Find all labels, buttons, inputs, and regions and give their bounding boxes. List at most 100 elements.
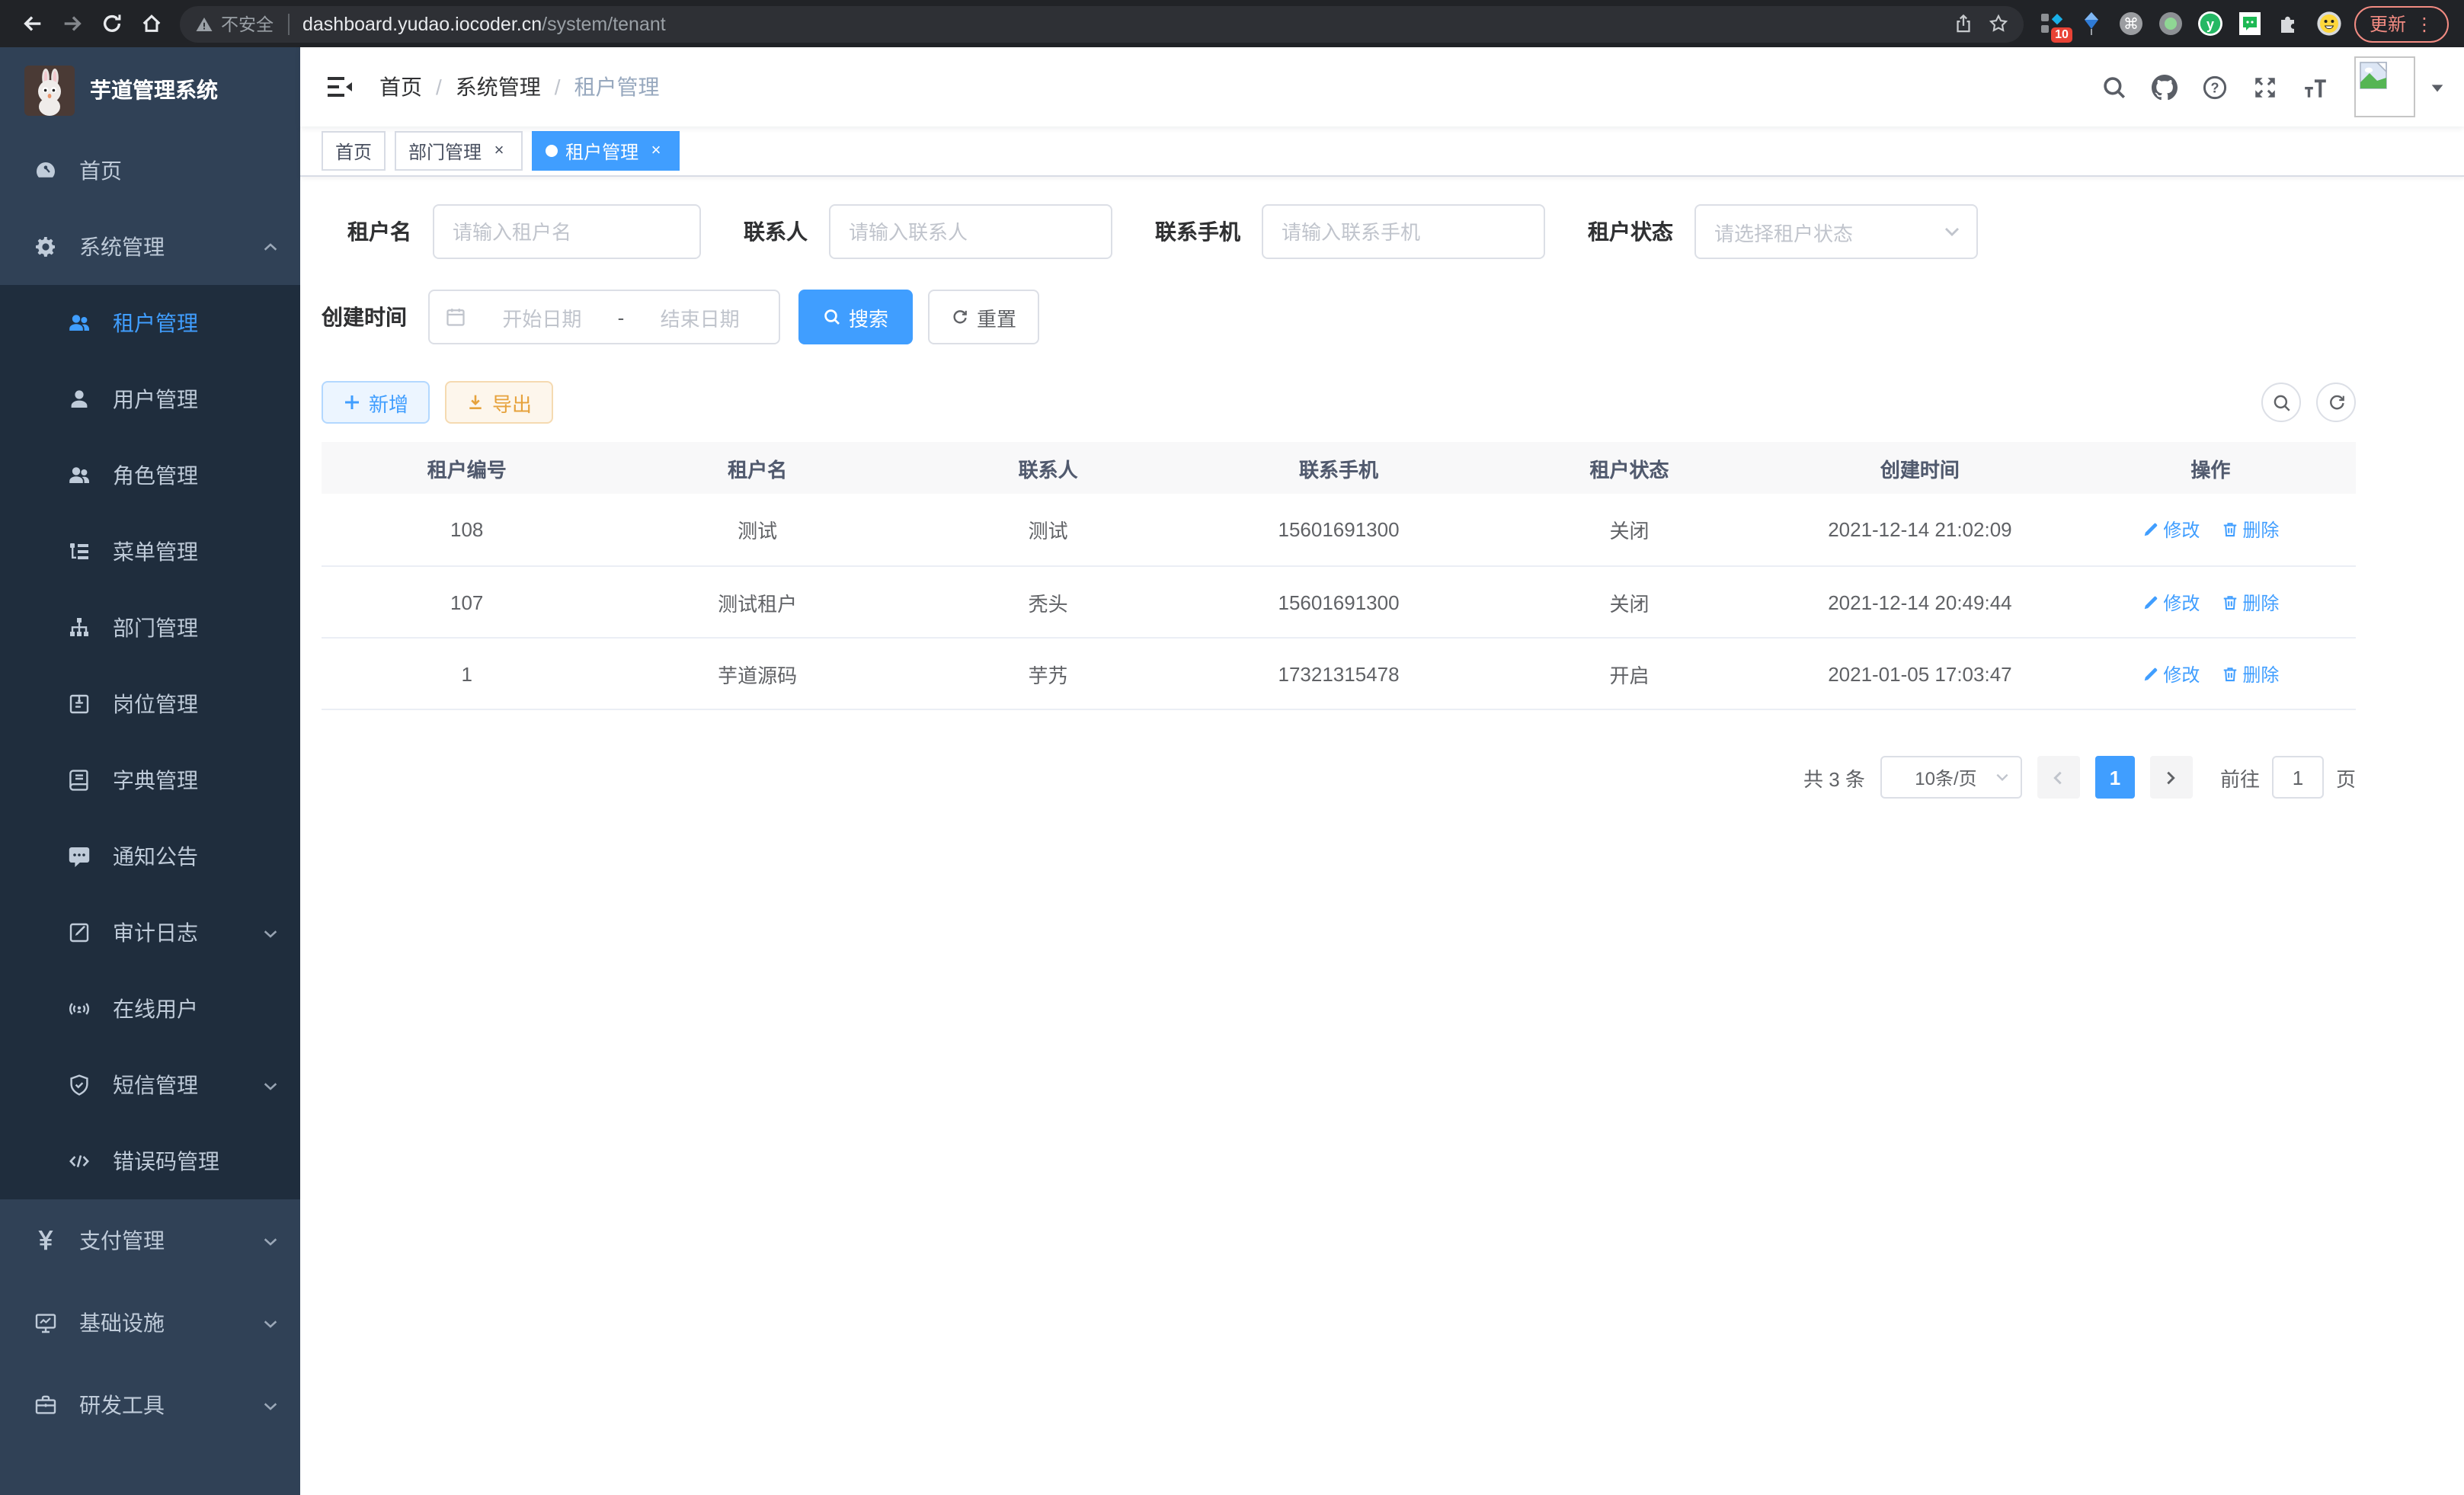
cell-id: 1 (322, 662, 612, 685)
breadcrumb-item[interactable]: 系统管理 (456, 72, 541, 102)
add-button[interactable]: 新增 (322, 381, 430, 424)
main-area: 首页/系统管理/租户管理 ? 首页部门管理×租户管理× (300, 47, 2464, 1495)
bookmark-star-icon[interactable] (1989, 14, 2008, 34)
command-extension[interactable]: ⌘ (2118, 11, 2144, 37)
sidebar-item-首页[interactable]: 首页 (0, 133, 300, 209)
tab-租户管理[interactable]: 租户管理× (532, 131, 680, 171)
sidebar: 芋道管理系统 首页系统管理租户管理用户管理角色管理菜单管理部门管理岗位管理字典管… (0, 47, 300, 1495)
cell-name: 测试租户 (612, 587, 902, 616)
puzzle-extension[interactable] (2277, 11, 2302, 37)
pinned-grid-extension[interactable]: 10 (2039, 11, 2065, 37)
status-select[interactable]: 请选择租户状态 (1694, 204, 1978, 259)
sidebar-item-菜单管理[interactable]: 菜单管理 (0, 514, 300, 590)
page-size-select[interactable]: 10条/页 (1880, 756, 2022, 799)
sidebar-collapse-icon[interactable] (325, 72, 355, 102)
emoji-extension[interactable] (2316, 11, 2342, 37)
tab-close-icon[interactable]: × (646, 141, 666, 161)
user-avatar[interactable] (2354, 56, 2415, 117)
breadcrumb-item[interactable]: 首页 (379, 72, 422, 102)
breadcrumb: 首页/系统管理/租户管理 (379, 72, 660, 102)
address-bar[interactable]: 不安全 dashboard.yudao.iocoder.cn/system/te… (180, 5, 2024, 42)
font-size-icon[interactable] (2295, 67, 2334, 107)
column-header: 租户状态 (1484, 453, 1774, 482)
chevron-down-icon (262, 1232, 279, 1249)
sidebar-item-审计日志[interactable]: 审计日志 (0, 895, 300, 971)
search-button[interactable]: 搜索 (798, 290, 913, 344)
recorder-extension[interactable] (2158, 11, 2184, 37)
contact-label: 联系人 (744, 216, 829, 247)
tenant-name-label: 租户名 (347, 216, 433, 247)
sidebar-item-错误码管理[interactable]: 错误码管理 (0, 1123, 300, 1199)
goto-page-input[interactable] (2272, 756, 2324, 799)
yudao-extension[interactable]: y (2197, 11, 2223, 37)
browser-update-button[interactable]: 更新 ⋮ (2354, 5, 2449, 42)
sidebar-item-短信管理[interactable]: 短信管理 (0, 1047, 300, 1123)
fullscreen-icon[interactable] (2245, 67, 2284, 107)
sidebar-item-用户管理[interactable]: 用户管理 (0, 361, 300, 437)
browser-menu-dots-icon[interactable]: ⋮ (2415, 13, 2434, 34)
chat-extension[interactable] (2237, 11, 2263, 37)
monitor-icon (34, 1311, 58, 1335)
sidebar-item-岗位管理[interactable]: 岗位管理 (0, 666, 300, 742)
chevron-up-icon (262, 238, 279, 255)
help-question-icon[interactable]: ? (2194, 67, 2234, 107)
show-search-button[interactable] (2261, 383, 2301, 422)
sidebar-item-部门管理[interactable]: 部门管理 (0, 590, 300, 666)
org-chart-icon (67, 616, 91, 640)
table-row: 1芋道源码芋艿17321315478开启2021-01-05 17:03:47修… (322, 637, 2356, 709)
balloon-extension[interactable] (2078, 11, 2104, 37)
delete-link[interactable]: 删除 (2221, 517, 2279, 543)
sidebar-item-系统管理[interactable]: 系统管理 (0, 209, 300, 285)
edit-link[interactable]: 修改 (2142, 517, 2200, 543)
browser-back-icon[interactable] (12, 4, 52, 43)
tenant-name-input[interactable] (433, 204, 701, 259)
sidebar-logo[interactable]: 芋道管理系统 (0, 47, 300, 133)
sidebar-item-研发工具[interactable]: 研发工具 (0, 1364, 300, 1446)
browser-home-icon[interactable] (131, 4, 171, 43)
delete-link[interactable]: 删除 (2221, 661, 2279, 687)
tab-部门管理[interactable]: 部门管理 × (395, 131, 523, 171)
chevron-down-icon (262, 1077, 279, 1093)
security-indicator[interactable]: 不安全 (195, 11, 274, 36)
edit-link[interactable]: 修改 (2142, 589, 2200, 615)
sidebar-item-label: 基础设施 (79, 1308, 262, 1338)
cell-mobile: 15601691300 (1193, 518, 1483, 541)
sidebar-item-通知公告[interactable]: 通知公告 (0, 818, 300, 895)
edit-link[interactable]: 修改 (2142, 661, 2200, 687)
sidebar-item-在线用户[interactable]: 在线用户 (0, 971, 300, 1047)
sidebar-item-label: 短信管理 (113, 1070, 262, 1100)
end-date-placeholder: 结束日期 (636, 303, 763, 331)
url-text[interactable]: dashboard.yudao.iocoder.cn/system/tenant (302, 13, 1954, 34)
edit-icon (2142, 594, 2158, 610)
browser-reload-icon[interactable] (91, 4, 131, 43)
tab-label: 部门管理 (408, 138, 482, 164)
sidebar-item-支付管理[interactable]: 支付管理 (0, 1199, 300, 1282)
sidebar-item-label: 字典管理 (113, 765, 279, 796)
tab-首页[interactable]: 首页 (322, 131, 386, 171)
sidebar-item-基础设施[interactable]: 基础设施 (0, 1282, 300, 1364)
refresh-table-button[interactable] (2316, 383, 2356, 422)
contact-input[interactable] (829, 204, 1112, 259)
tab-close-icon[interactable]: × (489, 141, 509, 161)
cell-contact: 秃头 (903, 587, 1193, 616)
sidebar-item-字典管理[interactable]: 字典管理 (0, 742, 300, 818)
share-icon[interactable] (1954, 14, 1973, 34)
search-icon[interactable] (2094, 67, 2133, 107)
export-button[interactable]: 导出 (445, 381, 553, 424)
page-number-button[interactable]: 1 (2095, 756, 2135, 799)
browser-forward-icon[interactable] (52, 4, 91, 43)
sidebar-menu: 首页系统管理租户管理用户管理角色管理菜单管理部门管理岗位管理字典管理通知公告审计… (0, 133, 300, 1495)
prev-page-button[interactable] (2037, 756, 2080, 799)
tab-label: 首页 (335, 138, 372, 164)
reset-button[interactable]: 重置 (928, 290, 1039, 344)
avatar-caret-down-icon[interactable] (2429, 78, 2446, 95)
sidebar-item-角色管理[interactable]: 角色管理 (0, 437, 300, 514)
github-icon[interactable] (2144, 67, 2184, 107)
delete-link[interactable]: 删除 (2221, 589, 2279, 615)
mobile-input[interactable] (1262, 204, 1545, 259)
next-page-button[interactable] (2150, 756, 2193, 799)
chevron-down-icon (1995, 770, 2010, 785)
create-time-range-picker[interactable]: 开始日期 - 结束日期 (428, 290, 780, 344)
sidebar-item-租户管理[interactable]: 租户管理 (0, 285, 300, 361)
dashboard-icon (34, 158, 58, 183)
